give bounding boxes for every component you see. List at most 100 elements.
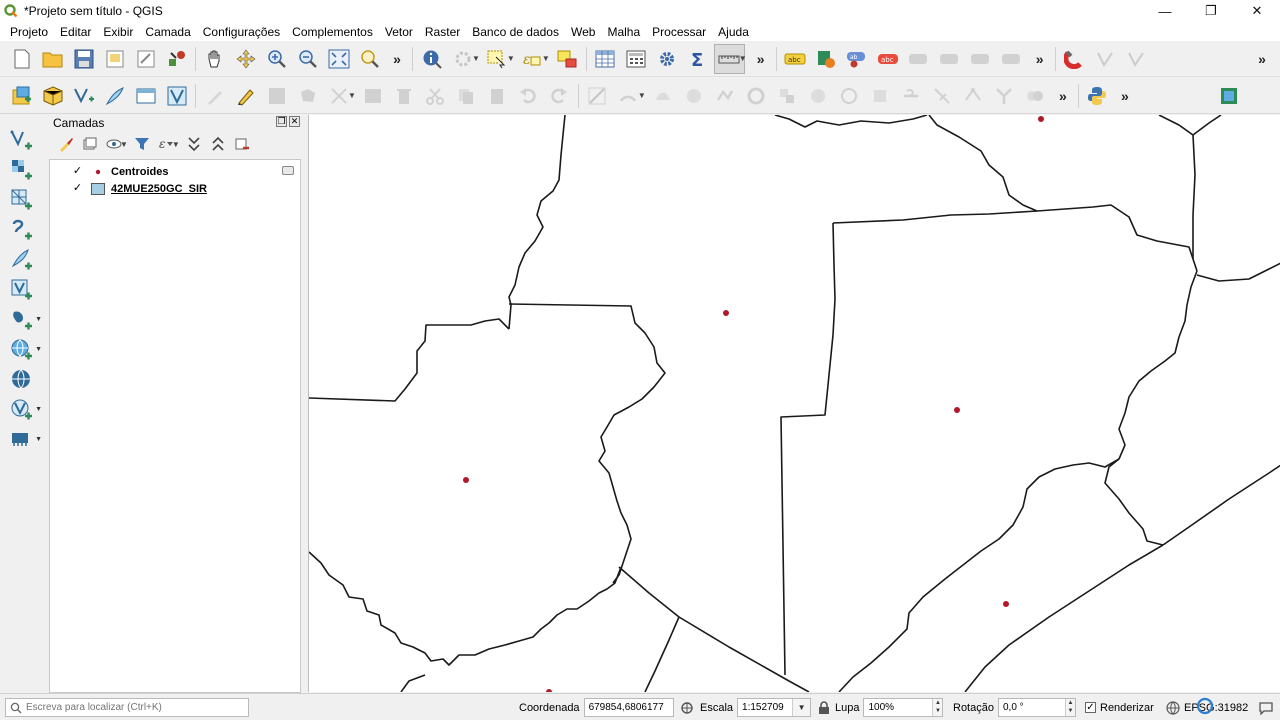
layer-diagram-button[interactable] <box>811 44 842 74</box>
add-virtual-layer-button[interactable] <box>4 275 40 305</box>
fill-ring-button[interactable] <box>803 81 834 111</box>
menu-malha[interactable]: Malha <box>601 25 646 39</box>
reshape-features-button[interactable] <box>648 81 679 111</box>
close-panel-button[interactable]: ✕ <box>289 116 300 127</box>
rotation-spinbox[interactable]: 0,0 ° ▲ ▼ <box>997 698 1076 717</box>
toolbar-overflow-chevron[interactable]: » <box>1250 51 1274 67</box>
layer-visibility-checkbox[interactable]: ✓ <box>72 166 83 177</box>
centroid-point[interactable] <box>546 689 552 692</box>
scale-combobox[interactable]: 1:152709 ▼ <box>737 698 812 717</box>
crs-value[interactable]: EPSG:31982 <box>1184 702 1248 714</box>
new-project-button[interactable] <box>6 44 37 74</box>
toolbar-overflow-chevron[interactable]: » <box>1051 88 1075 104</box>
plugin-button[interactable] <box>1213 81 1244 111</box>
add-ring-button[interactable] <box>741 81 772 111</box>
open-attribute-table-button[interactable] <box>590 44 621 74</box>
menu-banco-de-dados[interactable]: Banco de dados <box>466 25 565 39</box>
toolbar-overflow-chevron[interactable]: » <box>385 51 409 67</box>
python-console-button[interactable] <box>1082 81 1113 111</box>
show-hide-labels-button[interactable]: abc <box>873 44 904 74</box>
menu-exibir[interactable]: Exibir <box>97 25 139 39</box>
new-shapefile-layer-button[interactable] <box>68 81 99 111</box>
menu-projeto[interactable]: Projeto <box>4 25 54 39</box>
save-edits-button[interactable] <box>261 81 292 111</box>
centroid-point[interactable] <box>463 477 469 483</box>
float-panel-button[interactable]: ❐ <box>276 116 287 127</box>
simplify-button[interactable] <box>710 81 741 111</box>
toolbar-overflow-chevron[interactable]: » <box>1028 51 1052 67</box>
filter-legend-button[interactable] <box>130 133 154 155</box>
layout-manager-button[interactable] <box>130 44 161 74</box>
restore-button[interactable]: ❐ <box>1188 0 1234 22</box>
add-wfs-layer-button[interactable]: ▼ <box>4 335 42 365</box>
add-wcs-layer-button[interactable] <box>4 365 40 395</box>
copy-features-button[interactable] <box>451 81 482 111</box>
split-features-button[interactable] <box>896 81 927 111</box>
dropdown-arrow-icon[interactable]: ▼ <box>35 346 42 353</box>
vertex-tool-button[interactable] <box>958 81 989 111</box>
layer-indicator-button[interactable] <box>282 166 294 175</box>
dropdown-arrow-icon[interactable]: ▼ <box>172 140 180 149</box>
layer-labeling-button[interactable]: abc <box>780 44 811 74</box>
add-point-cloud-layer-button[interactable]: ▼ <box>4 425 42 455</box>
current-edits-button[interactable] <box>199 81 230 111</box>
menu-vetor[interactable]: Vetor <box>379 25 419 39</box>
centroid-point[interactable] <box>1003 601 1009 607</box>
new-spatialite-layer-button[interactable] <box>99 81 130 111</box>
menu-raster[interactable]: Raster <box>419 25 466 39</box>
label-properties-button[interactable] <box>997 44 1028 74</box>
add-circular-string-button[interactable] <box>613 81 644 111</box>
dropdown-arrow-icon[interactable]: ▼ <box>120 140 128 149</box>
snapping-toggle-button[interactable] <box>1059 44 1090 74</box>
delete-part-button[interactable] <box>865 81 896 111</box>
delete-selected-button[interactable] <box>389 81 420 111</box>
pan-to-selection-button[interactable] <box>230 44 261 74</box>
statistical-summary-button[interactable]: Σ <box>683 44 714 74</box>
toolbar-overflow-chevron[interactable]: » <box>749 51 773 67</box>
new-print-layout-button[interactable] <box>99 44 130 74</box>
rotate-label-button[interactable] <box>935 44 966 74</box>
paste-features-button[interactable] <box>482 81 513 111</box>
add-vector-tile-layer-button[interactable]: ▼ <box>4 395 42 425</box>
layer-name[interactable]: 42MUE250GC_SIR <box>111 183 207 195</box>
collapse-all-button[interactable] <box>206 133 230 155</box>
dropdown-arrow-icon[interactable]: ▼ <box>542 54 550 63</box>
add-group-button[interactable] <box>78 133 102 155</box>
remove-layer-button[interactable] <box>230 133 254 155</box>
chevron-down-icon[interactable]: ▼ <box>792 699 811 716</box>
processing-toolbox-button[interactable] <box>652 44 683 74</box>
dropdown-arrow-icon[interactable]: ▼ <box>507 54 515 63</box>
toggle-extents-icon[interactable] <box>680 701 694 715</box>
render-checkbox[interactable]: ✓ <box>1085 702 1096 713</box>
map-svg[interactable] <box>309 115 1280 692</box>
toggle-editing-button[interactable] <box>230 81 261 111</box>
locator-search-input[interactable] <box>26 702 236 713</box>
new-temporary-layer-button[interactable] <box>130 81 161 111</box>
dropdown-arrow-icon[interactable]: ▼ <box>35 406 42 413</box>
locator-bar[interactable] <box>5 698 249 717</box>
spin-arrows-icon[interactable]: ▲ ▼ <box>932 699 943 716</box>
split-parts-button[interactable] <box>927 81 958 111</box>
layer-visibility-checkbox[interactable]: ✓ <box>72 183 83 194</box>
centroid-point[interactable] <box>954 407 960 413</box>
expand-all-button[interactable] <box>182 133 206 155</box>
zoom-full-button[interactable] <box>323 44 354 74</box>
move-label-button[interactable] <box>904 44 935 74</box>
map-canvas[interactable] <box>308 115 1280 692</box>
new-virtual-layer-button[interactable] <box>161 81 192 111</box>
undo-button[interactable] <box>513 81 544 111</box>
add-spatialite-layer-button[interactable] <box>4 245 40 275</box>
advanced-digitizing-button[interactable] <box>582 81 613 111</box>
messages-section[interactable] <box>1258 694 1274 720</box>
pan-map-button[interactable] <box>199 44 230 74</box>
add-part-button[interactable] <box>772 81 803 111</box>
zoom-to-selection-button[interactable] <box>354 44 385 74</box>
menu-ajuda[interactable]: Ajuda <box>712 25 755 39</box>
identify-features-button[interactable] <box>416 44 447 74</box>
cut-features-button[interactable] <box>420 81 451 111</box>
dropdown-arrow-icon[interactable]: ▼ <box>739 54 747 63</box>
menu-complementos[interactable]: Complementos <box>286 25 379 39</box>
centroid-point[interactable] <box>1038 116 1044 122</box>
layer-row-42mue250gc-sir[interactable]: ✓ 42MUE250GC_SIR <box>50 180 300 197</box>
add-raster-layer-button[interactable] <box>4 155 40 185</box>
